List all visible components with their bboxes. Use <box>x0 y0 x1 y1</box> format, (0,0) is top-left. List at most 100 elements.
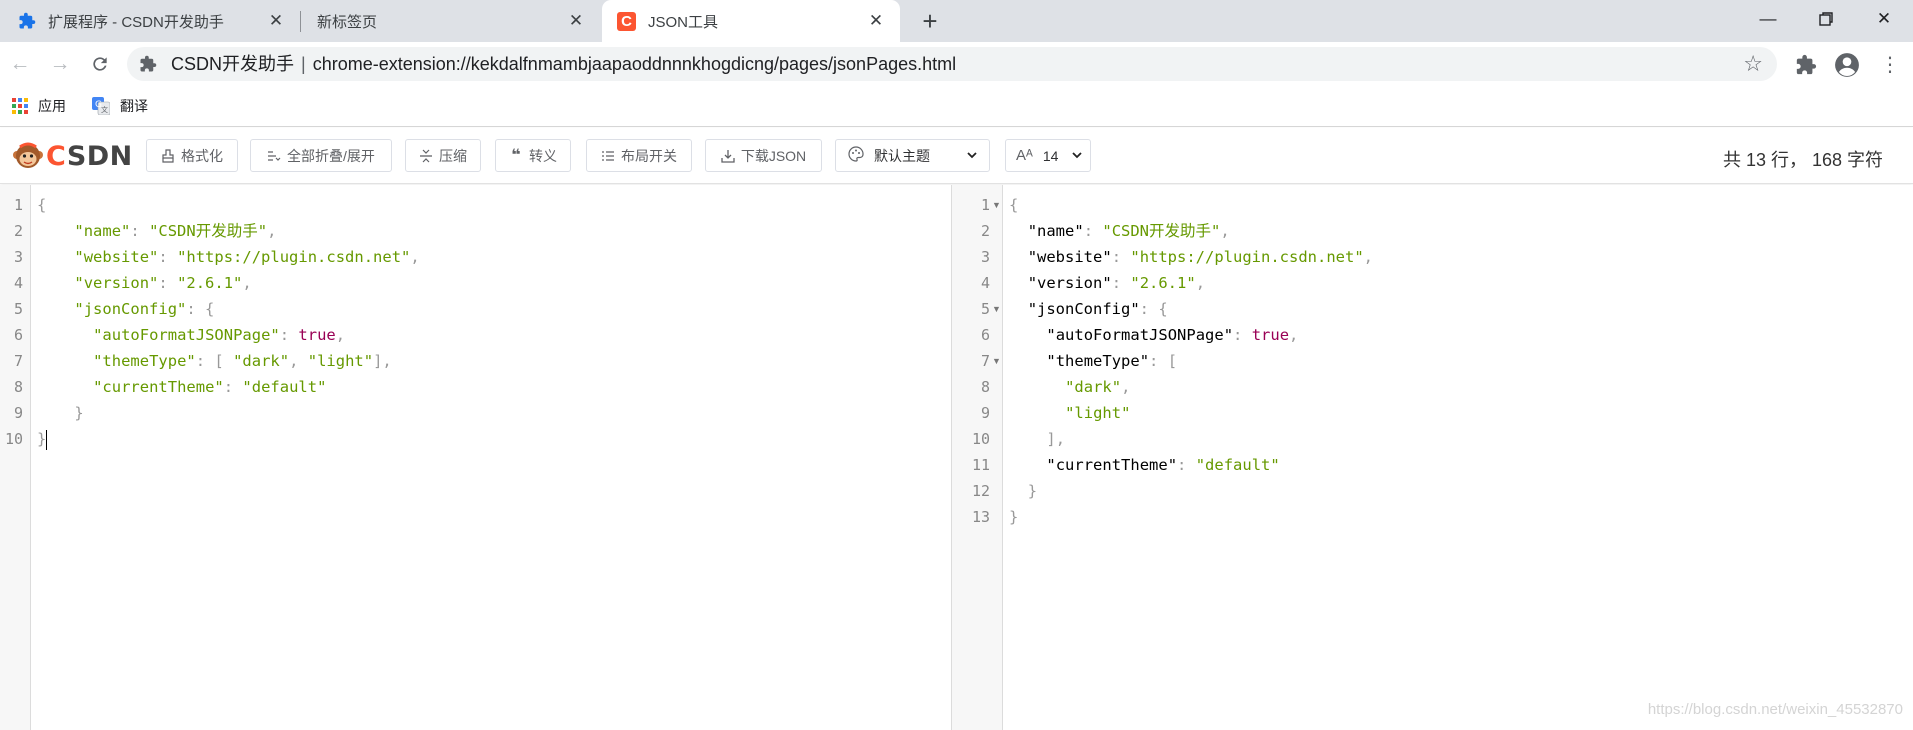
bookmark-apps[interactable]: 应用 <box>12 94 66 118</box>
code-token: "themeType" <box>93 352 196 370</box>
code-line: } <box>1009 504 1018 530</box>
compress-icon <box>419 149 433 163</box>
tab-title: JSON工具 <box>648 13 719 31</box>
font-size-select[interactable]: Aᴬ 14 <box>1005 139 1091 172</box>
escape-label: 转义 <box>529 147 557 164</box>
code-token: : [ <box>1149 352 1178 370</box>
puzzle-icon <box>19 12 36 29</box>
code-line: "autoFormatJSONPage": true, <box>93 322 345 348</box>
code-token: : <box>158 248 178 266</box>
code-token: "name" <box>74 222 131 240</box>
brush-icon <box>161 148 175 163</box>
escape-button[interactable]: ❝ 转义 <box>495 139 571 172</box>
line-number: 7 <box>980 352 990 370</box>
line-number: 12 <box>971 482 990 500</box>
code-line: "dark", <box>1065 374 1130 400</box>
theme-select[interactable]: 默认主题 <box>835 139 990 172</box>
tab-new-tab[interactable]: 新标签页 ✕ <box>302 0 600 42</box>
close-window-icon[interactable]: ✕ <box>1862 4 1906 34</box>
json-tool-header: CSDN 格式化 全部折叠/展开 压缩 ❝ 转义 布局开关 下载JSON 默认主… <box>0 128 1913 184</box>
bookmark-star-icon[interactable]: ☆ <box>1743 51 1763 77</box>
code-token: "CSDN开发助手" <box>1102 222 1221 240</box>
code-token: "version" <box>74 274 159 292</box>
compress-button[interactable]: 压缩 <box>405 139 481 172</box>
line-char-count: 共 13 行， 168 字符 <box>1722 150 1883 170</box>
fold-toggle-icon[interactable]: ▼ <box>992 348 1001 374</box>
code-line: { <box>1009 192 1018 218</box>
bookmarks-bar: 应用 G 文 翻译 <box>0 86 1913 127</box>
code-token: "https://plugin.csdn.net" <box>1130 248 1364 266</box>
code-token: , <box>289 352 308 370</box>
code-token: : <box>130 222 150 240</box>
csdn-c-icon: C <box>617 11 636 31</box>
fold-all-button[interactable]: 全部折叠/展开 <box>250 139 392 172</box>
compress-label: 压缩 <box>439 147 467 164</box>
reload-icon[interactable] <box>86 50 114 78</box>
profile-avatar-icon[interactable] <box>1833 51 1861 79</box>
fold-icon <box>267 149 281 163</box>
chevron-down-icon <box>1070 148 1084 165</box>
close-icon[interactable]: ✕ <box>566 11 586 31</box>
output-editor[interactable]: 1 2 3 4 5 6 7 8 9 10 11 12 13 ▼ ▼ ▼ {"name": "CSDN开发助手"… <box>952 185 1913 730</box>
extensions-icon[interactable] <box>1792 51 1820 79</box>
url: chrome-extension://kekdalfnmambjaapaoddn… <box>312 54 957 74</box>
bookmark-translate[interactable]: G 文 翻译 <box>92 94 148 118</box>
code-token: , <box>242 274 252 292</box>
code-token: "website" <box>1027 248 1112 266</box>
code-token: true <box>1251 326 1290 344</box>
restore-icon[interactable] <box>1804 4 1848 34</box>
layout-toggle-button[interactable]: 布局开关 <box>586 139 692 172</box>
code-token: : <box>158 274 178 292</box>
line-number: 13 <box>971 508 990 526</box>
line-number: 7 <box>13 352 23 370</box>
address-bar[interactable]: CSDN开发助手 | chrome-extension://kekdalfnmamb… <box>127 47 1777 81</box>
back-icon[interactable]: ← <box>6 50 34 78</box>
code-line: "website": "https://plugin.csdn.net", <box>1028 244 1373 270</box>
tab-json-tool[interactable]: C JSON工具 ✕ <box>602 0 900 42</box>
code-token: } <box>37 430 47 448</box>
format-button[interactable]: 格式化 <box>146 139 238 172</box>
code-token: } <box>1009 508 1019 526</box>
line-number: 4 <box>13 274 23 292</box>
code-line: "currentTheme": "default" <box>1046 452 1279 478</box>
code-line: "version": "2.6.1", <box>74 270 251 296</box>
code-token: "version" <box>1027 274 1112 292</box>
code-token: "dark" <box>233 352 290 370</box>
code-token: } <box>74 404 84 422</box>
code-token: , <box>267 222 277 240</box>
input-editor[interactable]: 1 2 3 4 5 6 7 8 9 10 {"name": "CSDN开发助手", "website… <box>0 185 951 730</box>
tab-extensions[interactable]: 扩展程序 - CSDN开发助手 ✕ <box>8 0 300 42</box>
code-token: "light" <box>1065 404 1131 422</box>
close-icon[interactable]: ✕ <box>266 11 286 31</box>
code-token: "light" <box>307 352 374 370</box>
line-number: 3 <box>13 248 23 266</box>
download-json-button[interactable]: 下载JSON <box>705 139 822 172</box>
line-number: 10 <box>971 430 990 448</box>
monkey-mascot-icon <box>13 142 43 168</box>
fold-toggle-icon[interactable]: ▼ <box>992 296 1001 322</box>
code-line: "currentTheme": "default" <box>93 374 326 400</box>
code-line: "jsonConfig": { <box>74 296 214 322</box>
code-token: "autoFormatJSONPage" <box>1046 326 1234 344</box>
apps-grid-icon <box>12 98 28 114</box>
line-number: 5 <box>13 300 23 318</box>
code-line: } <box>1028 478 1037 504</box>
line-number: 2 <box>13 222 23 240</box>
url-separator: | <box>301 54 306 74</box>
tab-strip: 扩展程序 - CSDN开发助手 ✕ 新标签页 ✕ C JSON工具 ✕ + — … <box>0 0 1913 42</box>
code-token: "name" <box>1027 222 1084 240</box>
tab-title: 扩展程序 - CSDN开发助手 <box>48 13 224 31</box>
code-line: "version": "2.6.1", <box>1028 270 1205 296</box>
code-token: "2.6.1" <box>1130 274 1196 292</box>
code-token: , <box>1289 326 1299 344</box>
fold-toggle-icon[interactable]: ▼ <box>992 192 1001 218</box>
code-token: , <box>410 248 420 266</box>
forward-icon[interactable]: → <box>46 50 74 78</box>
close-icon[interactable]: ✕ <box>866 11 886 31</box>
line-number-gutter: 1 2 3 4 5 6 7 8 9 10 11 12 13 ▼ ▼ ▼ <box>952 185 1003 730</box>
minimize-icon[interactable]: — <box>1746 4 1790 34</box>
new-tab-button[interactable]: + <box>915 6 945 36</box>
menu-kebab-icon[interactable]: ⋮ <box>1876 51 1904 79</box>
line-number: 4 <box>980 274 990 292</box>
format-label: 格式化 <box>181 147 223 164</box>
